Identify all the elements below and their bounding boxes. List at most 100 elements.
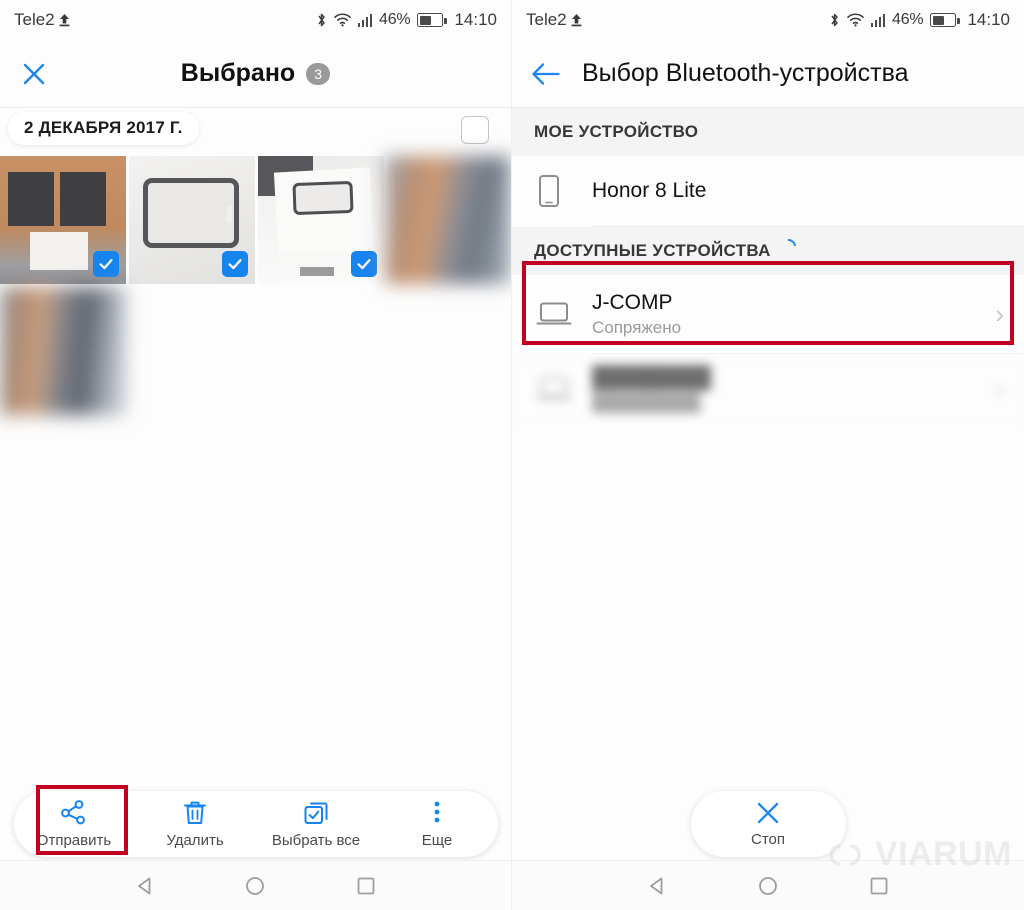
- thumb-5-image: [0, 287, 126, 415]
- section-header-available-devices: ДОСТУПНЫЕ УСТРОЙСТВА: [512, 227, 1024, 275]
- thumb-2-checkbox[interactable]: [222, 251, 248, 277]
- back-button[interactable]: [512, 61, 580, 87]
- thumb-1-checkbox[interactable]: [93, 251, 119, 277]
- wifi-icon: [333, 13, 351, 27]
- battery-percent-label: 46%: [892, 11, 924, 28]
- wifi-icon: [846, 13, 864, 27]
- status-icons-right: 46% 14:10: [829, 10, 1010, 30]
- close-selection-button[interactable]: [0, 59, 68, 89]
- carrier-label: Tele2: [14, 10, 55, 29]
- device-name: ████████: [592, 365, 712, 389]
- carrier-area: Tele2: [14, 10, 71, 30]
- stop-bottom-bar: Стоп: [512, 788, 1024, 860]
- section-header-label: МОЕ УСТРОЙСТВО: [534, 122, 699, 141]
- status-icons-left: 46% 14:10: [316, 10, 497, 30]
- table-row[interactable]: [258, 156, 384, 284]
- thumb-4-image: [385, 156, 511, 284]
- delete-button-label: Удалить: [166, 832, 224, 849]
- back-nav-button[interactable]: [123, 864, 167, 908]
- phone-icon: [536, 173, 592, 209]
- recents-nav-button[interactable]: [344, 864, 388, 908]
- trash-icon: [184, 801, 206, 824]
- date-group-select-checkbox[interactable]: [461, 116, 489, 144]
- square-icon: [870, 877, 888, 894]
- status-bar-right: Tele2 46% 14:10: [512, 0, 1024, 40]
- circle-icon: [759, 876, 777, 895]
- device-row-hidden[interactable]: ████████ █████████ ›: [512, 354, 1024, 424]
- battery-icon: [417, 13, 447, 27]
- bluetooth-picker-appbar: Выбор Bluetooth-устройства: [512, 40, 1024, 108]
- circle-icon: [246, 876, 265, 895]
- selection-title-group: Выбрано 3: [0, 59, 511, 88]
- more-button-label: Еще: [421, 832, 453, 849]
- android-nav-bar-right: [512, 860, 1024, 910]
- stop-button-label: Стоп: [751, 831, 785, 848]
- close-icon: [23, 63, 45, 84]
- section-header-my-device: МОЕ УСТРОЙСТВО: [512, 108, 1024, 156]
- recents-nav-button[interactable]: [857, 864, 901, 908]
- more-button[interactable]: Еще: [377, 791, 498, 857]
- upload-arrow-icon: [571, 13, 582, 26]
- device-texts: Honor 8 Lite: [592, 179, 1004, 203]
- check-icon: [228, 259, 242, 270]
- right-panel-bluetooth-picker: Tele2 46% 14:10 Выбор Bluetooth-устройст…: [512, 0, 1024, 910]
- android-nav-bar-left: [0, 860, 511, 910]
- check-icon: [99, 259, 113, 270]
- device-row-honor[interactable]: Honor 8 Lite: [512, 156, 1024, 226]
- square-icon: [357, 877, 375, 894]
- thumb-3-checkbox[interactable]: [351, 251, 377, 277]
- date-header-row: 2 ДЕКАБРЯ 2017 Г. 2 ДЕКАБРЯ 2017 Г.: [0, 108, 511, 156]
- carrier-label: Tele2: [526, 10, 567, 29]
- date-header-pill: 2 ДЕКАБРЯ 2017 Г.: [8, 112, 199, 145]
- battery-percent-label: 46%: [379, 11, 411, 28]
- screenshot-root: Tele2 46% 14:10 Выбрано 3 2 ДЕКАБРЯ 2017…: [0, 0, 1024, 910]
- delete-button[interactable]: Удалить: [135, 791, 256, 857]
- table-row[interactable]: [0, 156, 126, 284]
- clock-label: 14:10: [454, 10, 497, 29]
- home-nav-button[interactable]: [746, 864, 790, 908]
- selected-count-badge: 3: [306, 62, 331, 85]
- select-all-button[interactable]: Выбрать все: [256, 791, 377, 857]
- status-bar-left: Tele2 46% 14:10: [0, 0, 511, 40]
- share-button-label: Отправить: [36, 832, 112, 849]
- check-icon: [357, 259, 371, 270]
- left-panel-gallery-selection: Tele2 46% 14:10 Выбрано 3 2 ДЕКАБРЯ 2017…: [0, 0, 512, 910]
- table-row[interactable]: [129, 156, 255, 284]
- bluetooth-icon: [317, 13, 325, 27]
- triangle-left-icon: [650, 877, 663, 894]
- table-row[interactable]: [0, 287, 126, 415]
- stop-button[interactable]: Стоп: [690, 791, 846, 857]
- arrow-left-icon: [532, 62, 560, 85]
- device-texts: J-COMP Сопряжено: [592, 291, 995, 338]
- gallery-area: 2 ДЕКАБРЯ 2017 Г. 2 ДЕКАБРЯ 2017 Г.: [0, 108, 511, 748]
- more-vertical-icon: [434, 801, 440, 823]
- thumbnail-grid: [0, 156, 511, 418]
- laptop-icon: [536, 300, 592, 328]
- scanning-spinner-icon: [781, 239, 796, 254]
- triangle-left-icon: [138, 877, 151, 894]
- carrier-area: Tele2: [526, 10, 583, 30]
- bluetooth-icon: [830, 13, 838, 27]
- device-status: █████████: [592, 392, 701, 412]
- chevron-right-icon: ›: [995, 374, 1004, 404]
- device-row-jcomp[interactable]: J-COMP Сопряжено ›: [512, 275, 1024, 353]
- laptop-icon: [536, 375, 592, 403]
- selection-appbar: Выбрано 3: [0, 40, 511, 108]
- close-icon: [757, 802, 779, 824]
- share-nodes-icon: [61, 800, 85, 825]
- table-row[interactable]: [385, 156, 511, 284]
- toolbar-pill: Отправить Удалить Выбрать все Еще: [13, 791, 498, 857]
- select-all-icon: [304, 802, 328, 824]
- home-nav-button[interactable]: [233, 864, 277, 908]
- signal-bars-icon: [870, 13, 886, 27]
- device-name: J-COMP: [592, 290, 673, 314]
- page-title: Выбрано: [180, 59, 296, 87]
- gallery-bottom-toolbar: Отправить Удалить Выбрать все Еще: [0, 788, 511, 860]
- device-texts: ████████ █████████: [592, 366, 995, 413]
- section-header-label: ДОСТУПНЫЕ УСТРОЙСТВА: [534, 241, 771, 260]
- back-nav-button[interactable]: [635, 864, 679, 908]
- device-status: Сопряжено: [592, 317, 682, 337]
- battery-icon: [930, 13, 960, 27]
- share-button[interactable]: Отправить: [14, 791, 135, 857]
- chevron-right-icon: ›: [995, 299, 1004, 329]
